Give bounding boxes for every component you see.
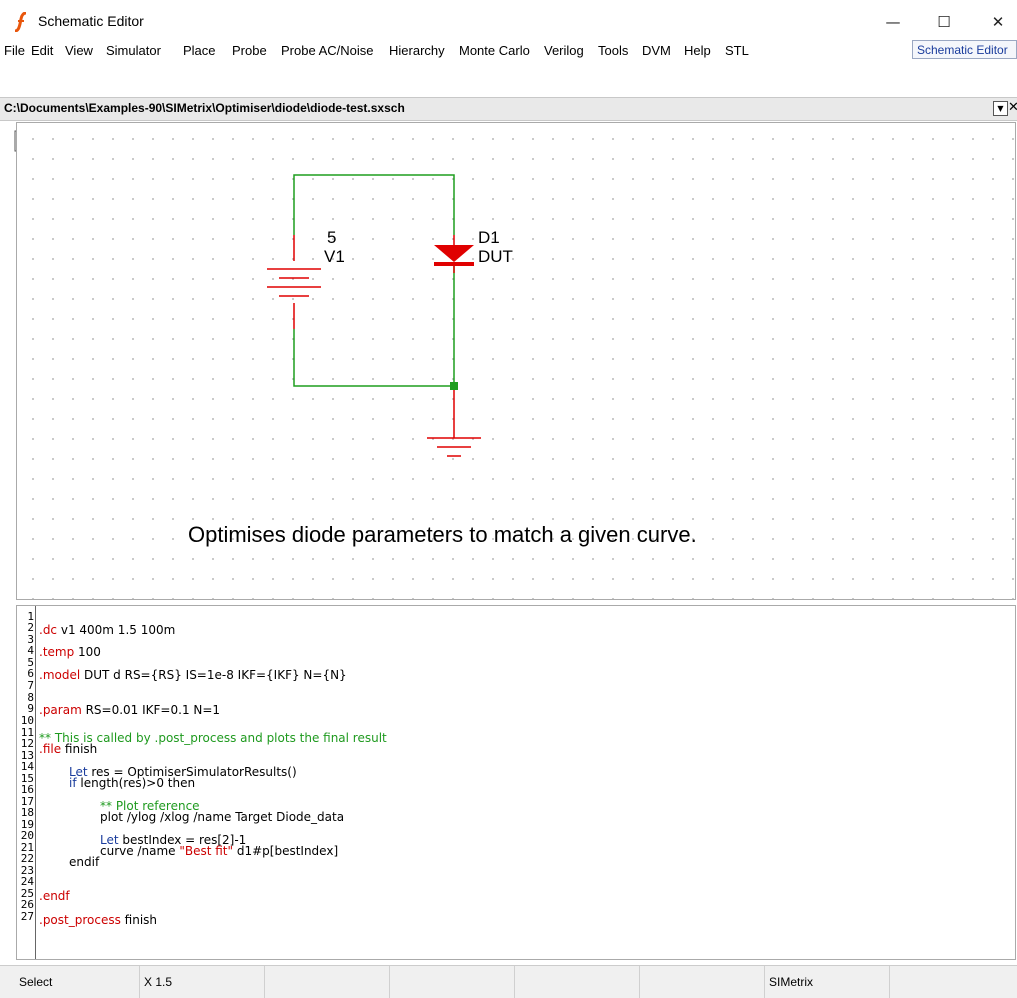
- menu-stl[interactable]: STL: [725, 43, 749, 58]
- menu-file[interactable]: File: [4, 43, 25, 58]
- line-number: 14: [20, 760, 34, 773]
- line-number: 26: [20, 898, 34, 911]
- minimize-button[interactable]: —: [873, 8, 913, 36]
- status-bar: Select X 1.5 SIMetrix: [0, 965, 1017, 998]
- document-path: C:\Documents\Examples-90\SIMetrix\Optimi…: [4, 101, 405, 115]
- status-cell-empty: [265, 966, 390, 998]
- window-title: Schematic Editor: [38, 13, 144, 29]
- menu-bar: File Edit View Simulator Place Probe Pro…: [0, 40, 1017, 62]
- document-path-bar: C:\Documents\Examples-90\SIMetrix\Optimi…: [0, 97, 1017, 121]
- line-number-gutter: 1 2 3 4 5 6 7 8 9 10 11 12 13 14 15 16 17 18 19 20 21 22 23 24 2…: [17, 606, 36, 959]
- junction-dot: [450, 382, 458, 390]
- netlist-line-22: endif: [69, 855, 100, 869]
- diode-model-label: DUT: [478, 247, 513, 266]
- status-coordinate: X 1.5: [140, 966, 265, 998]
- line-number: 4: [27, 644, 34, 657]
- netlist-line-18: plot /ylog /xlog /name Target Diode_data: [100, 810, 345, 824]
- menu-probe-ac-noise[interactable]: Probe AC/Noise: [281, 43, 374, 58]
- line-number: 9: [27, 702, 34, 715]
- line-number: 24: [20, 875, 34, 888]
- menu-monte-carlo[interactable]: Monte Carlo: [459, 43, 530, 58]
- schematic-caption: Optimises diode parameters to match a gi…: [188, 522, 697, 547]
- line-number: 10: [20, 714, 34, 727]
- menu-probe[interactable]: Probe: [232, 43, 267, 58]
- source-ref-label: V1: [324, 247, 345, 266]
- menu-dvm[interactable]: DVM: [642, 43, 671, 58]
- netlist-line-15: if length(res)>0 then: [69, 776, 196, 790]
- netlist-editor[interactable]: 1 2 3 4 5 6 7 8 9 10 11 12 13 14 15 16 17 18 19 20 21 22 23 24 2…: [16, 605, 1016, 960]
- source-value-label: 5: [327, 228, 337, 247]
- voltage-source-v1[interactable]: [267, 235, 321, 329]
- status-cell-empty: [390, 966, 515, 998]
- status-product: SIMetrix: [765, 966, 890, 998]
- close-document-icon[interactable]: ✕: [1008, 100, 1017, 115]
- netlist-line-26: .post_process finish: [39, 913, 158, 927]
- close-button[interactable]: ✕: [978, 8, 1017, 36]
- menu-edit[interactable]: Edit: [31, 43, 53, 58]
- wire-bottom[interactable]: [293, 329, 454, 387]
- toolbar: [0, 62, 1017, 153]
- netlist-line-4: .temp 100: [39, 645, 101, 659]
- diode-ref-label: D1: [478, 228, 500, 247]
- netlist-line-21: curve /name "Best fit" d1#p[bestIndex]: [100, 844, 339, 858]
- line-number: 20: [20, 829, 34, 842]
- title-bar: Schematic Editor — ☐ ✕: [0, 0, 1017, 40]
- menu-tools[interactable]: Tools: [598, 43, 628, 58]
- menu-view[interactable]: View: [65, 43, 93, 58]
- netlist-line-2: .dc v1 400m 1.5 100m: [39, 623, 176, 637]
- menu-place[interactable]: Place: [183, 43, 216, 58]
- status-mode: Select: [15, 966, 140, 998]
- line-number: 6: [27, 667, 34, 680]
- line-number: 27: [20, 910, 34, 923]
- menu-hierarchy[interactable]: Hierarchy: [389, 43, 445, 58]
- netlist-line-24: .endf: [39, 889, 70, 903]
- netlist-line-6: .model DUT d RS={RS} IS=1e-8 IKF={IKF} N…: [39, 668, 347, 682]
- status-cell-empty: [640, 966, 765, 998]
- menu-simulator[interactable]: Simulator: [106, 43, 161, 58]
- diode-d1[interactable]: [434, 235, 474, 273]
- netlist-line-9: .param RS=0.01 IKF=0.1 N=1: [39, 703, 221, 717]
- line-number: 7: [27, 679, 34, 692]
- line-number: 22: [20, 852, 34, 865]
- netlist-line-12: .file finish: [39, 742, 98, 756]
- editor-mode-select[interactable]: Schematic Editor: [912, 40, 1017, 59]
- status-cell-empty: [515, 966, 640, 998]
- menu-help[interactable]: Help: [684, 43, 711, 58]
- simetrix-logo-icon: [14, 12, 27, 32]
- ground-symbol[interactable]: [427, 390, 481, 457]
- line-number: 12: [20, 737, 34, 750]
- line-number: 2: [27, 621, 34, 634]
- maximize-button[interactable]: ☐: [924, 8, 964, 36]
- line-number: 18: [20, 806, 34, 819]
- menu-verilog[interactable]: Verilog: [544, 43, 584, 58]
- document-list-dropdown[interactable]: ▼: [993, 101, 1008, 116]
- wire-top[interactable]: [293, 174, 455, 235]
- schematic-canvas[interactable]: 5 V1 D1 DUT Optimises diode parameters t…: [16, 122, 1016, 600]
- line-number: 16: [20, 783, 34, 796]
